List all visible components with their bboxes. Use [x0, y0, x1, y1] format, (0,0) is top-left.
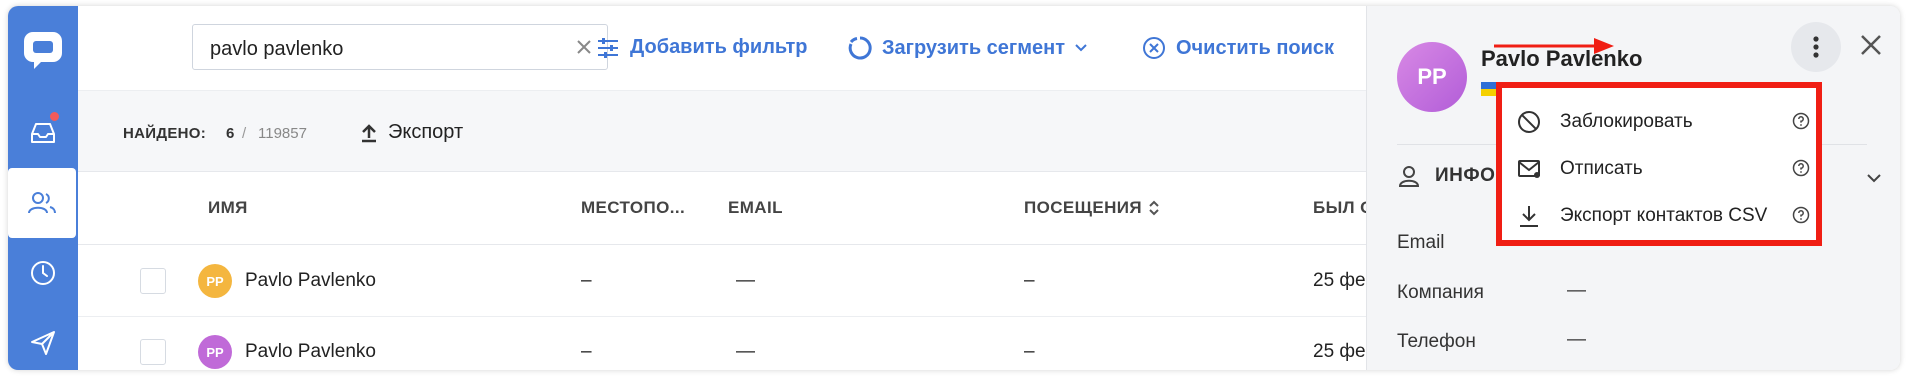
menu-item-label: Отписать	[1560, 158, 1643, 179]
menu-item-export-csv[interactable]: Экспорт контактов CSV	[1516, 196, 1816, 236]
contact-name[interactable]: Pavlo Pavlenko	[245, 341, 376, 363]
add-filter-label: Добавить фильтр	[630, 36, 808, 58]
load-segment-label: Загрузить сегмент	[882, 36, 1066, 59]
avatar: PP	[1397, 42, 1467, 112]
clock-icon	[31, 261, 55, 285]
table-row[interactable]: PP Pavlo Pavlenko – — – 25 фев	[78, 245, 1378, 317]
chevron-down-icon	[1075, 44, 1087, 52]
sidebar	[8, 6, 78, 370]
load-segment-button[interactable]: Загрузить сегмент	[848, 36, 1087, 60]
contact-visits: –	[1024, 270, 1035, 291]
block-icon	[1516, 109, 1542, 135]
menu-item-block[interactable]: Заблокировать	[1516, 102, 1816, 142]
clear-circle-icon	[1143, 37, 1165, 59]
help-icon[interactable]	[1792, 112, 1810, 136]
export-button[interactable]: Экспорт	[360, 121, 463, 144]
export-label: Экспорт	[388, 121, 464, 143]
column-header-visits-label: ПОСЕЩЕНИЯ	[1024, 198, 1143, 217]
found-total: 119857	[258, 125, 307, 142]
clear-search-label: Очистить поиск	[1176, 36, 1335, 59]
toolbar: pavlo pavlenko Добавить фильтр Загрузить…	[78, 6, 1378, 90]
phone-label: Телефон	[1397, 331, 1476, 352]
clear-search-button[interactable]: Очистить поиск	[1142, 36, 1334, 60]
more-options-menu: Заблокировать Отписать Экспорт контактов…	[1496, 82, 1822, 246]
upload-icon	[362, 123, 376, 142]
app-root: pavlo pavlenko Добавить фильтр Загрузить…	[0, 0, 1908, 378]
column-header-email[interactable]: EMAIL	[728, 198, 783, 218]
more-options-button[interactable]	[1791, 22, 1841, 72]
company-label: Компания	[1397, 282, 1484, 303]
row-checkbox[interactable]	[140, 339, 166, 365]
phone-value: —	[1567, 329, 1586, 350]
results-bar: НАЙДЕНО: 6 / 119857 Экспорт	[78, 90, 1378, 172]
download-icon	[1516, 203, 1542, 229]
help-icon[interactable]	[1792, 159, 1810, 183]
sidebar-item-inbox[interactable]	[8, 98, 78, 168]
annotation-arrow	[1494, 38, 1614, 54]
avatar: PP	[198, 335, 232, 369]
close-icon	[1861, 35, 1881, 55]
company-value: —	[1567, 280, 1586, 301]
sidebar-item-history[interactable]	[8, 238, 78, 308]
found-label: НАЙДЕНО:	[123, 125, 207, 142]
notification-badge	[48, 110, 61, 123]
search-input[interactable]: pavlo pavlenko	[192, 24, 608, 70]
contact-visits: –	[1024, 341, 1035, 362]
contact-email: —	[736, 270, 755, 291]
info-section-header[interactable]: ИНФО	[1397, 164, 1495, 188]
contacts-table: ИМЯ МЕСТОПО... EMAIL ПОСЕЩЕНИЯ БЫЛ О PP …	[78, 172, 1378, 370]
more-vertical-icon	[1813, 36, 1819, 58]
found-separator: /	[242, 125, 247, 142]
info-section-title: ИНФО	[1435, 165, 1496, 186]
avatar: PP	[198, 264, 232, 298]
row-checkbox[interactable]	[140, 268, 166, 294]
chevron-down-icon[interactable]	[1867, 170, 1881, 188]
clear-input-icon[interactable]	[575, 38, 593, 61]
contact-email: —	[736, 341, 755, 362]
segment-icon	[848, 36, 872, 60]
menu-item-label: Заблокировать	[1560, 111, 1693, 132]
mail-icon	[1516, 156, 1542, 182]
email-label: Email	[1397, 232, 1445, 253]
user-icon	[1398, 166, 1420, 187]
table-row[interactable]: PP Pavlo Pavlenko – — – 25 фев	[78, 317, 1378, 370]
inbox-icon	[31, 123, 55, 143]
found-count: 6	[226, 125, 235, 142]
chat-logo-icon[interactable]	[22, 30, 64, 70]
add-filter-button[interactable]: Добавить фильтр	[596, 36, 807, 59]
menu-item-label: Экспорт контактов CSV	[1560, 205, 1768, 226]
send-icon	[31, 331, 55, 355]
help-icon[interactable]	[1792, 206, 1810, 230]
filter-sliders-icon	[598, 37, 618, 58]
contact-location: –	[581, 341, 592, 362]
column-header-visits[interactable]: ПОСЕЩЕНИЯ	[1024, 198, 1160, 218]
users-icon	[28, 192, 56, 214]
sidebar-item-messages[interactable]	[8, 308, 78, 370]
contact-location: –	[581, 270, 592, 291]
search-value: pavlo pavlenko	[210, 38, 344, 60]
close-panel-button[interactable]	[1859, 33, 1883, 62]
contact-name[interactable]: Pavlo Pavlenko	[245, 270, 376, 292]
column-header-last-seen[interactable]: БЫЛ О	[1313, 198, 1374, 218]
menu-item-unsubscribe[interactable]: Отписать	[1516, 149, 1816, 189]
sidebar-item-contacts[interactable]	[8, 168, 76, 238]
column-header-location[interactable]: МЕСТОПО...	[581, 198, 685, 218]
column-header-name[interactable]: ИМЯ	[208, 198, 248, 218]
sort-icon	[1149, 200, 1159, 216]
